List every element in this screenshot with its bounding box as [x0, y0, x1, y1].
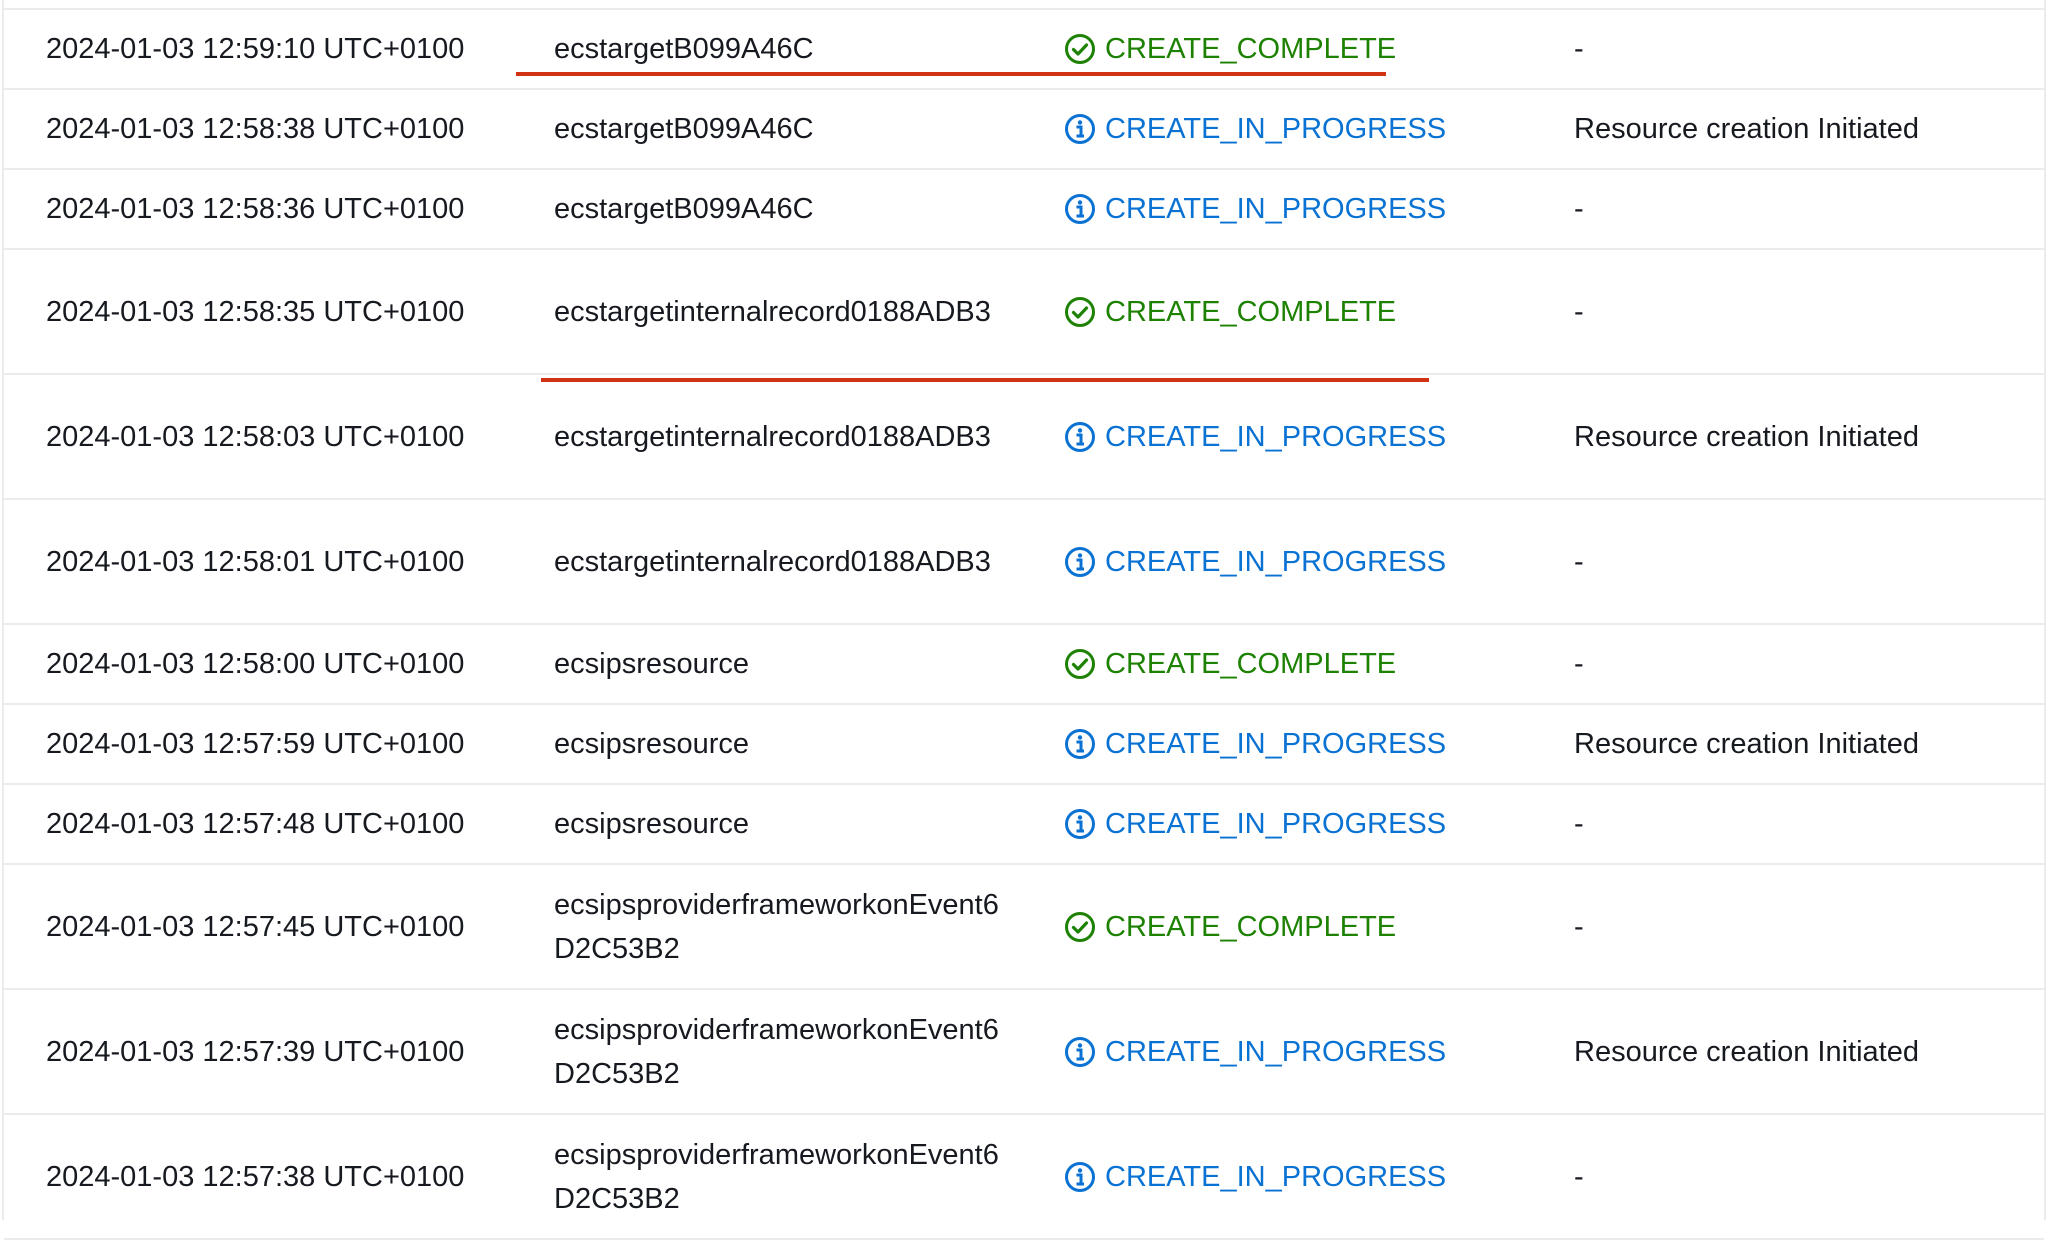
- logical-id: ecstargetinternalrecord0188ADB3: [554, 295, 991, 328]
- status-cell: CREATE_IN_PROGRESS: [1064, 1030, 1524, 1074]
- status-reason: -: [1574, 910, 1584, 943]
- event-timestamp: 2024-01-03 12:59:10 UTC+0100: [46, 33, 465, 65]
- status-cell: CREATE_COMPLETE: [1064, 290, 1524, 334]
- status-cell: CREATE_COMPLETE: [1064, 905, 1524, 949]
- event-timestamp: 2024-01-03 12:57:39 UTC+0100: [46, 1035, 465, 1068]
- event-timestamp: 2024-01-03 12:57:38 UTC+0100: [46, 1160, 465, 1193]
- logical-id: ecsipsproviderframeworkonEvent6D2C53B2: [554, 1013, 999, 1090]
- status-cell: CREATE_IN_PROGRESS: [1064, 415, 1524, 459]
- status-reason: -: [1574, 33, 1584, 65]
- status-reason: Resource creation Initiated: [1574, 420, 1919, 453]
- table-row: 2024-01-03 12:58:00 UTC+0100 ecsipsresou…: [4, 625, 2044, 705]
- info-circle-icon: [1064, 421, 1096, 453]
- status-label: CREATE_IN_PROGRESS: [1105, 113, 1447, 145]
- event-timestamp: 2024-01-03 12:57:48 UTC+0100: [46, 808, 465, 840]
- status-label: CREATE_IN_PROGRESS: [1105, 1035, 1447, 1068]
- logical-id: ecsipsresource: [554, 648, 750, 680]
- table-row: 2024-01-03 12:58:38 UTC+0100 ecstargetB0…: [4, 90, 2044, 170]
- status-cell: CREATE_IN_PROGRESS: [1064, 107, 1524, 151]
- info-circle-icon: [1064, 1036, 1096, 1068]
- status-label: CREATE_IN_PROGRESS: [1105, 193, 1447, 225]
- logical-id: ecsipsresource: [554, 728, 750, 760]
- logical-id: ecstargetinternalrecord0188ADB3: [554, 545, 991, 578]
- event-timestamp: 2024-01-03 12:58:01 UTC+0100: [46, 545, 465, 578]
- info-circle-icon: [1064, 728, 1096, 760]
- table-row: 2024-01-03 12:58:35 UTC+0100 ecstargetin…: [4, 250, 2044, 375]
- status-reason: Resource creation Initiated: [1574, 113, 1919, 145]
- info-circle-icon: [1064, 546, 1096, 578]
- table-row: 2024-01-03 12:57:59 UTC+0100 ecsipsresou…: [4, 705, 2044, 785]
- status-cell: CREATE_IN_PROGRESS: [1064, 802, 1524, 846]
- status-label: CREATE_COMPLETE: [1105, 910, 1397, 943]
- status-label: CREATE_IN_PROGRESS: [1105, 808, 1447, 840]
- event-timestamp: 2024-01-03 12:58:03 UTC+0100: [46, 420, 465, 453]
- status-reason: -: [1574, 1160, 1584, 1193]
- status-label: CREATE_COMPLETE: [1105, 648, 1397, 680]
- event-timestamp: 2024-01-03 12:57:45 UTC+0100: [46, 910, 465, 943]
- status-cell: CREATE_COMPLETE: [1064, 642, 1524, 686]
- event-timestamp: 2024-01-03 12:58:38 UTC+0100: [46, 113, 465, 145]
- event-timestamp: 2024-01-03 12:58:36 UTC+0100: [46, 193, 465, 225]
- status-cell: CREATE_IN_PROGRESS: [1064, 540, 1524, 584]
- status-reason: Resource creation Initiated: [1574, 728, 1919, 760]
- status-reason: -: [1574, 808, 1584, 840]
- status-reason: -: [1574, 545, 1584, 578]
- info-circle-icon: [1064, 113, 1096, 145]
- info-circle-icon: [1064, 1161, 1096, 1193]
- table-row: 2024-01-03 12:57:39 UTC+0100 ecsipsprovi…: [4, 990, 2044, 1115]
- status-label: CREATE_IN_PROGRESS: [1105, 1160, 1447, 1193]
- logical-id: ecstargetB099A46C: [554, 193, 814, 225]
- check-circle-icon: [1064, 296, 1096, 328]
- event-timestamp: 2024-01-03 12:58:00 UTC+0100: [46, 648, 465, 680]
- status-cell: CREATE_IN_PROGRESS: [1064, 1155, 1524, 1199]
- events-table: 2024-01-03 12:59:10 UTC+0100 ecstargetB0…: [4, 8, 2044, 1240]
- table-row: 2024-01-03 12:57:48 UTC+0100 ecsipsresou…: [4, 785, 2044, 865]
- status-cell: CREATE_COMPLETE: [1064, 27, 1524, 71]
- status-reason: -: [1574, 193, 1584, 225]
- logical-id: ecsipsproviderframeworkonEvent6D2C53B2: [554, 888, 999, 965]
- status-label: CREATE_COMPLETE: [1105, 33, 1397, 65]
- event-timestamp: 2024-01-03 12:58:35 UTC+0100: [46, 295, 465, 328]
- table-row: 2024-01-03 12:58:03 UTC+0100 ecstargetin…: [4, 375, 2044, 500]
- logical-id: ecstargetB099A46C: [554, 33, 814, 65]
- status-reason: -: [1574, 648, 1584, 680]
- info-circle-icon: [1064, 193, 1096, 225]
- table-row: 2024-01-03 12:57:45 UTC+0100 ecsipsprovi…: [4, 865, 2044, 990]
- stack-events-panel: 2024-01-03 12:59:10 UTC+0100 ecstargetB0…: [2, 0, 2046, 1240]
- annotation-underline: [541, 378, 1429, 382]
- status-label: CREATE_IN_PROGRESS: [1105, 545, 1447, 578]
- status-cell: CREATE_IN_PROGRESS: [1064, 187, 1524, 231]
- logical-id: ecstargetB099A46C: [554, 113, 814, 145]
- status-reason: -: [1574, 295, 1584, 328]
- table-row: 2024-01-03 12:59:10 UTC+0100 ecstargetB0…: [4, 10, 2044, 90]
- check-circle-icon: [1064, 33, 1096, 65]
- table-row: 2024-01-03 12:58:36 UTC+0100 ecstargetB0…: [4, 170, 2044, 250]
- event-timestamp: 2024-01-03 12:57:59 UTC+0100: [46, 728, 465, 760]
- logical-id: ecstargetinternalrecord0188ADB3: [554, 420, 991, 453]
- logical-id: ecsipsproviderframeworkonEvent6D2C53B2: [554, 1138, 999, 1215]
- status-cell: CREATE_IN_PROGRESS: [1064, 722, 1524, 766]
- status-label: CREATE_COMPLETE: [1105, 295, 1397, 328]
- status-label: CREATE_IN_PROGRESS: [1105, 420, 1447, 453]
- check-circle-icon: [1064, 911, 1096, 943]
- annotation-underline: [516, 72, 1386, 76]
- table-row: 2024-01-03 12:58:01 UTC+0100 ecstargetin…: [4, 500, 2044, 625]
- status-label: CREATE_IN_PROGRESS: [1105, 728, 1447, 760]
- table-row: 2024-01-03 12:57:38 UTC+0100 ecsipsprovi…: [4, 1115, 2044, 1240]
- logical-id: ecsipsresource: [554, 808, 750, 840]
- info-circle-icon: [1064, 808, 1096, 840]
- status-reason: Resource creation Initiated: [1574, 1035, 1919, 1068]
- check-circle-icon: [1064, 648, 1096, 680]
